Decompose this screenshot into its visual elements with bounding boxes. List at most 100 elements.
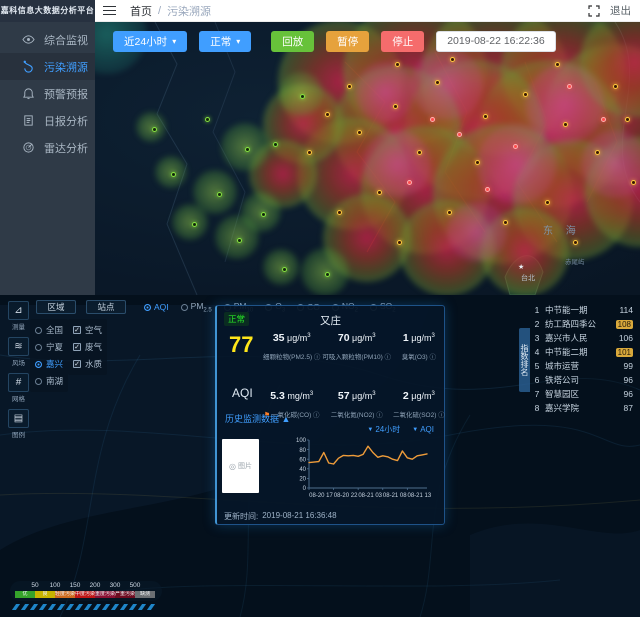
- station-marker[interactable]: [450, 57, 455, 62]
- menu-toggle-icon[interactable]: [103, 6, 116, 16]
- station-marker[interactable]: [417, 150, 422, 155]
- station-marker[interactable]: [237, 238, 242, 243]
- station-marker[interactable]: [595, 150, 600, 155]
- metric-option-PM2.5[interactable]: PM2.5: [181, 301, 212, 314]
- map-tool-测量[interactable]: ⊿测量: [8, 301, 29, 331]
- stop-button[interactable]: 停止: [381, 31, 424, 52]
- station-option-空气[interactable]: ✓空气: [73, 324, 102, 336]
- station-marker[interactable]: [325, 272, 330, 277]
- station-marker[interactable]: [555, 62, 560, 67]
- station-marker[interactable]: [397, 240, 402, 245]
- station-marker[interactable]: [573, 240, 578, 245]
- station-marker[interactable]: [205, 117, 210, 122]
- station-marker[interactable]: [192, 222, 197, 227]
- pause-button[interactable]: 暂停: [326, 31, 369, 52]
- station-marker[interactable]: [485, 187, 490, 192]
- info-icon[interactable]: ⓘ: [430, 354, 437, 361]
- map-tool-风场[interactable]: ≋风场: [8, 337, 29, 367]
- playback-button[interactable]: 回放: [271, 31, 314, 52]
- station-marker[interactable]: [171, 172, 176, 177]
- station-marker[interactable]: [377, 190, 382, 195]
- region-options-panel: 全国宁夏嘉兴南湖: [30, 319, 68, 392]
- station-marker[interactable]: [273, 142, 278, 147]
- station-option-废气[interactable]: ✓废气: [73, 341, 102, 353]
- region-option-宁夏[interactable]: 宁夏: [35, 341, 63, 353]
- sidebar-item-warning[interactable]: 预警预报: [0, 80, 95, 107]
- pollution-heatmap-map[interactable]: 东 海 赤尾屿 台北 ★ ★ 近24小时 ▾ 正常 ▾ 回放 暂停 停止 201…: [95, 22, 640, 295]
- station-marker[interactable]: [447, 210, 452, 215]
- station-button[interactable]: 站点: [86, 300, 126, 314]
- wind-slash: [12, 604, 20, 610]
- station-marker[interactable]: [625, 117, 630, 122]
- station-marker[interactable]: [457, 132, 462, 137]
- station-marker[interactable]: [152, 127, 157, 132]
- station-option-水质[interactable]: ✓水质: [73, 358, 102, 370]
- station-marker[interactable]: [475, 160, 480, 165]
- info-icon[interactable]: ⓘ: [313, 412, 320, 419]
- station-marker[interactable]: [407, 180, 412, 185]
- station-marker[interactable]: [513, 144, 518, 149]
- sidebar-item-monitor[interactable]: 综合监视: [0, 26, 95, 53]
- ranking-row[interactable]: 3嘉兴市人民106: [530, 331, 636, 345]
- station-marker[interactable]: [217, 192, 222, 197]
- station-marker[interactable]: [523, 92, 528, 97]
- info-icon[interactable]: ⓘ: [438, 412, 445, 419]
- region-option-全国[interactable]: 全国: [35, 324, 63, 336]
- station-marker[interactable]: [261, 212, 266, 217]
- ranking-vertical-tab[interactable]: 指数排名: [519, 328, 530, 392]
- station-marker[interactable]: [307, 150, 312, 155]
- station-photo-placeholder[interactable]: ◎ 图片: [222, 439, 259, 493]
- ranking-row[interactable]: 8嘉兴学院87: [530, 401, 636, 415]
- station-marker[interactable]: [483, 114, 488, 119]
- station-marker[interactable]: [503, 220, 508, 225]
- sidebar-item-radar[interactable]: 雷达分析: [0, 134, 95, 161]
- station-marker[interactable]: [435, 80, 440, 85]
- status-label: 正常: [210, 34, 231, 49]
- station-marker[interactable]: [245, 147, 250, 152]
- station-marker[interactable]: [325, 112, 330, 117]
- map-tool-网格[interactable]: #网格: [8, 373, 29, 403]
- region-button[interactable]: 区域: [36, 300, 76, 314]
- period-dropdown[interactable]: ▼ 24小时: [367, 424, 400, 435]
- daily-report-icon: [22, 114, 35, 127]
- station-marker[interactable]: [393, 104, 398, 109]
- sidebar-item-trace[interactable]: 污染溯源: [0, 53, 95, 80]
- legend-tick: 50: [31, 582, 38, 589]
- station-marker[interactable]: [300, 94, 305, 99]
- ranking-row[interactable]: 1中节能一期114: [530, 303, 636, 317]
- info-icon[interactable]: ⓘ: [385, 354, 392, 361]
- detail-city-map[interactable]: ⊿测量≋风场#网格▤图例 区域 站点 AQIPM2.5PM10O3CONO2SO…: [0, 295, 640, 617]
- station-marker[interactable]: [337, 210, 342, 215]
- info-icon[interactable]: ⓘ: [376, 412, 383, 419]
- station-marker[interactable]: [601, 117, 606, 122]
- station-marker[interactable]: [347, 84, 352, 89]
- ranking-row[interactable]: 4中节能二期101: [530, 345, 636, 359]
- station-marker[interactable]: [282, 267, 287, 272]
- station-marker[interactable]: [430, 117, 435, 122]
- station-marker[interactable]: [357, 130, 362, 135]
- metric-option-AQI[interactable]: AQI: [144, 301, 169, 314]
- sidebar-item-daily[interactable]: 日报分析: [0, 107, 95, 134]
- fullscreen-icon[interactable]: [588, 5, 600, 17]
- station-marker[interactable]: [395, 62, 400, 67]
- ranking-row[interactable]: 5城市运营99: [530, 359, 636, 373]
- chart-metric-dropdown[interactable]: ▼ AQI: [412, 424, 434, 435]
- status-dropdown[interactable]: 正常 ▾: [199, 31, 251, 52]
- time-range-dropdown[interactable]: 近24小时 ▾: [113, 31, 187, 52]
- reading-value: 70 μg/m3: [322, 332, 391, 344]
- station-marker[interactable]: [563, 122, 568, 127]
- ranking-row[interactable]: 7智慧园区96: [530, 387, 636, 401]
- map-tool-图例[interactable]: ▤图例: [8, 409, 29, 439]
- station-marker[interactable]: [567, 84, 572, 89]
- ranking-row[interactable]: 6铁塔公司96: [530, 373, 636, 387]
- datetime-picker[interactable]: 2019-08-22 16:22:36: [436, 31, 556, 52]
- region-option-南湖[interactable]: 南湖: [35, 375, 63, 387]
- info-icon[interactable]: ⓘ: [314, 354, 321, 361]
- region-option-嘉兴[interactable]: 嘉兴: [35, 358, 63, 370]
- logout-button[interactable]: 退出: [610, 3, 631, 18]
- station-marker[interactable]: [631, 180, 636, 185]
- breadcrumb-home[interactable]: 首页: [130, 3, 152, 19]
- station-marker[interactable]: [613, 84, 618, 89]
- station-marker[interactable]: [545, 200, 550, 205]
- ranking-row[interactable]: 2纺工路四季公108: [530, 317, 636, 331]
